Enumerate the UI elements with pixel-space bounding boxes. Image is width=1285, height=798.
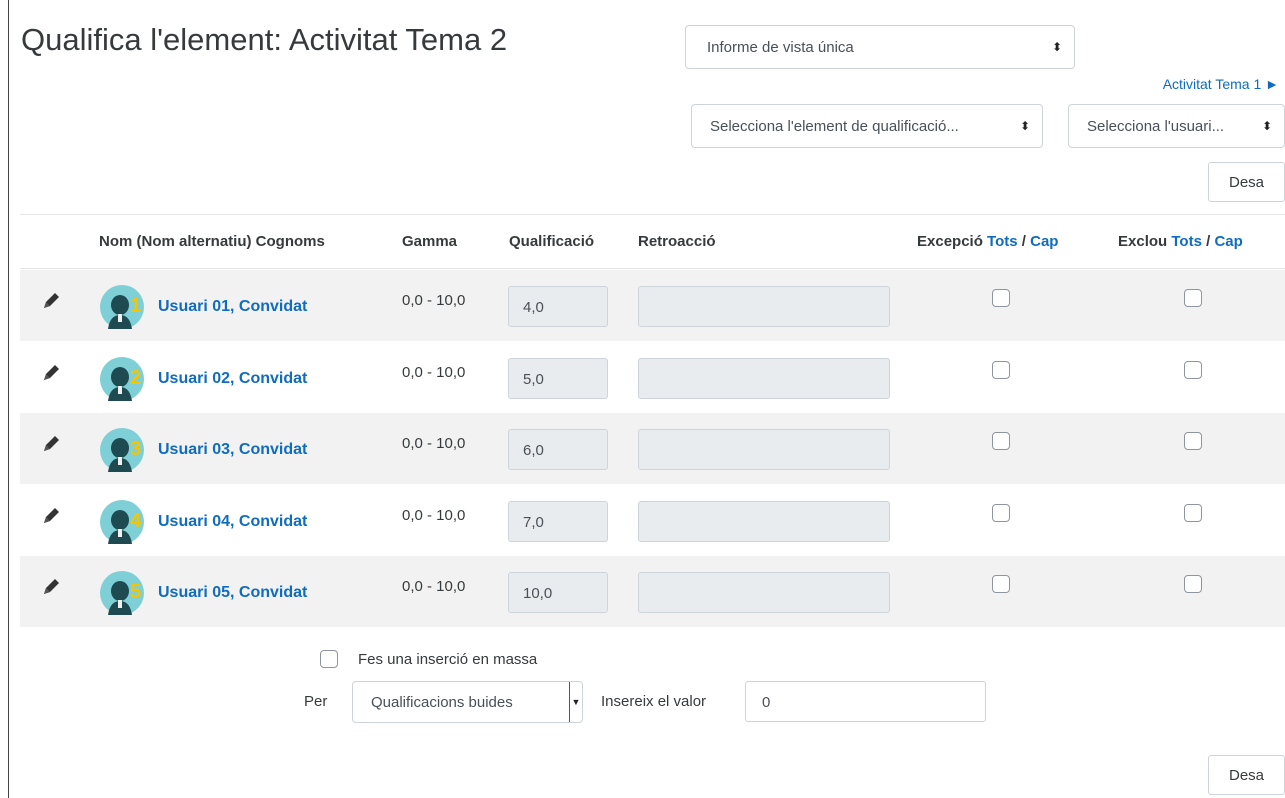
bulk-insert-value-label: Insereix el valor <box>601 693 707 710</box>
bulk-insert-label: Fes una inserció en massa <box>358 651 538 668</box>
grade-input[interactable]: 4,0 <box>508 286 608 327</box>
grade-item-select-value: Selecciona l'element de qualificació... <box>710 117 959 135</box>
feedback-input[interactable] <box>638 500 890 542</box>
exclude-checkbox[interactable] <box>1184 360 1202 379</box>
user-avatar-icon[interactable]: 5 <box>100 571 144 615</box>
override-header-label: Excepció <box>917 233 983 250</box>
table-header-divider <box>20 268 1285 269</box>
user-name-link[interactable]: Usuari 01, Convidat <box>158 298 307 316</box>
svg-text:4: 4 <box>130 510 142 532</box>
feedback-input[interactable] <box>638 286 890 327</box>
grade-range: 0,0 - 10,0 <box>402 578 466 595</box>
grade-range: 0,0 - 10,0 <box>402 506 466 524</box>
report-select[interactable]: Informe de vista única ⬍ <box>685 25 1075 69</box>
user-name-link[interactable]: Usuari 04, Convidat <box>158 513 307 531</box>
user-name-link[interactable]: Usuari 05, Convidat <box>158 584 307 602</box>
exclude-checkbox[interactable] <box>1184 432 1202 450</box>
grade-range: 0,0 - 10,0 <box>402 363 466 381</box>
report-select-value: Informe de vista única <box>707 38 854 56</box>
column-header-feedback: Retroacció <box>638 233 716 250</box>
header-separator: / <box>1017 233 1031 250</box>
header-separator: / <box>1201 233 1215 250</box>
exclude-checkbox[interactable] <box>1184 289 1202 307</box>
table-top-divider <box>20 214 1285 215</box>
bulk-insert-checkbox[interactable] <box>320 650 338 668</box>
user-avatar-icon[interactable]: 2 <box>100 356 144 401</box>
column-header-exclude: Exclou Tots / Cap <box>1118 233 1243 250</box>
svg-text:5: 5 <box>130 581 141 603</box>
bulk-insert-value-input[interactable]: 0 <box>745 681 986 722</box>
feedback-input[interactable] <box>638 572 890 613</box>
user-name-link[interactable]: Usuari 02, Convidat <box>158 370 307 388</box>
save-button-top[interactable]: Desa <box>1208 162 1285 202</box>
pencil-icon[interactable] <box>40 576 62 598</box>
user-avatar-icon[interactable]: 4 <box>100 499 144 544</box>
column-header-name: Nom (Nom alternatiu) Cognoms <box>99 233 325 250</box>
sort-arrows-icon: ⬍ <box>1051 40 1062 54</box>
column-header-range: Gamma <box>402 233 458 250</box>
table-row: 2 Usuari 02, Convidat 0,0 - 10,0 5,0 <box>20 342 1285 413</box>
exclude-select-all-link[interactable]: Tots <box>1171 233 1202 250</box>
sort-arrows-icon: ⬍ <box>1261 119 1272 133</box>
table-row: 4 Usuari 04, Convidat 0,0 - 10,0 7,0 <box>20 485 1285 556</box>
grade-input[interactable]: 6,0 <box>508 429 608 470</box>
pencil-icon[interactable] <box>40 505 62 527</box>
table-row: 3 Usuari 03, Convidat 0,0 - 10,0 6,0 <box>20 413 1285 484</box>
grade-item-select[interactable]: Selecciona l'element de qualificació... … <box>691 104 1043 148</box>
grade-range: 0,0 - 10,0 <box>402 435 466 452</box>
sort-arrows-icon: ⬍ <box>1019 119 1030 133</box>
user-avatar-icon[interactable]: 1 <box>100 285 144 329</box>
override-checkbox[interactable] <box>992 503 1010 522</box>
exclude-select-none-link[interactable]: Cap <box>1214 233 1242 250</box>
column-header-grade: Qualificació <box>509 233 595 250</box>
bulk-for-select[interactable]: Qualificacions buides ▼ <box>352 681 583 723</box>
column-header-override: Excepció Tots / Cap <box>917 233 1058 250</box>
exclude-header-label: Exclou <box>1118 233 1168 250</box>
dropdown-arrow-icon: ▼ <box>569 682 582 722</box>
user-select-value: Selecciona l'usuari... <box>1087 117 1225 135</box>
window-frame-edge <box>8 0 9 798</box>
exclude-checkbox[interactable] <box>1184 575 1202 593</box>
pencil-icon[interactable] <box>40 290 62 312</box>
svg-text:2: 2 <box>130 367 141 389</box>
page-title: Qualifica l'element: Activitat Tema 2 <box>21 22 508 57</box>
exclude-checkbox[interactable] <box>1184 503 1202 522</box>
svg-text:1: 1 <box>130 295 141 317</box>
bulk-for-select-value: Qualificacions buides <box>371 693 513 711</box>
override-checkbox[interactable] <box>992 289 1010 307</box>
pencil-icon[interactable] <box>40 362 62 384</box>
bulk-for-label: Per <box>304 693 328 710</box>
pencil-icon[interactable] <box>40 433 62 455</box>
feedback-input[interactable] <box>638 429 890 470</box>
user-select[interactable]: Selecciona l'usuari... ⬍ <box>1068 104 1285 148</box>
override-select-all-link[interactable]: Tots <box>987 233 1018 250</box>
feedback-input[interactable] <box>638 357 890 399</box>
table-row: 1 Usuari 01, Convidat 0,0 - 10,0 4,0 <box>20 270 1285 341</box>
override-checkbox[interactable] <box>992 575 1010 593</box>
grade-range: 0,0 - 10,0 <box>402 292 466 309</box>
grade-input[interactable]: 10,0 <box>508 572 608 613</box>
svg-text:3: 3 <box>130 438 141 460</box>
next-item-link[interactable]: Activitat Tema 1 ► <box>1163 76 1279 92</box>
grade-input[interactable]: 7,0 <box>508 500 608 542</box>
save-button-bottom[interactable]: Desa <box>1208 755 1285 795</box>
override-select-none-link[interactable]: Cap <box>1030 233 1058 250</box>
user-name-link[interactable]: Usuari 03, Convidat <box>158 441 307 459</box>
grade-input[interactable]: 5,0 <box>508 357 608 399</box>
table-row: 5 Usuari 05, Convidat 0,0 - 10,0 10,0 <box>20 556 1285 627</box>
override-checkbox[interactable] <box>992 360 1010 379</box>
override-checkbox[interactable] <box>992 432 1010 450</box>
user-avatar-icon[interactable]: 3 <box>100 428 144 472</box>
